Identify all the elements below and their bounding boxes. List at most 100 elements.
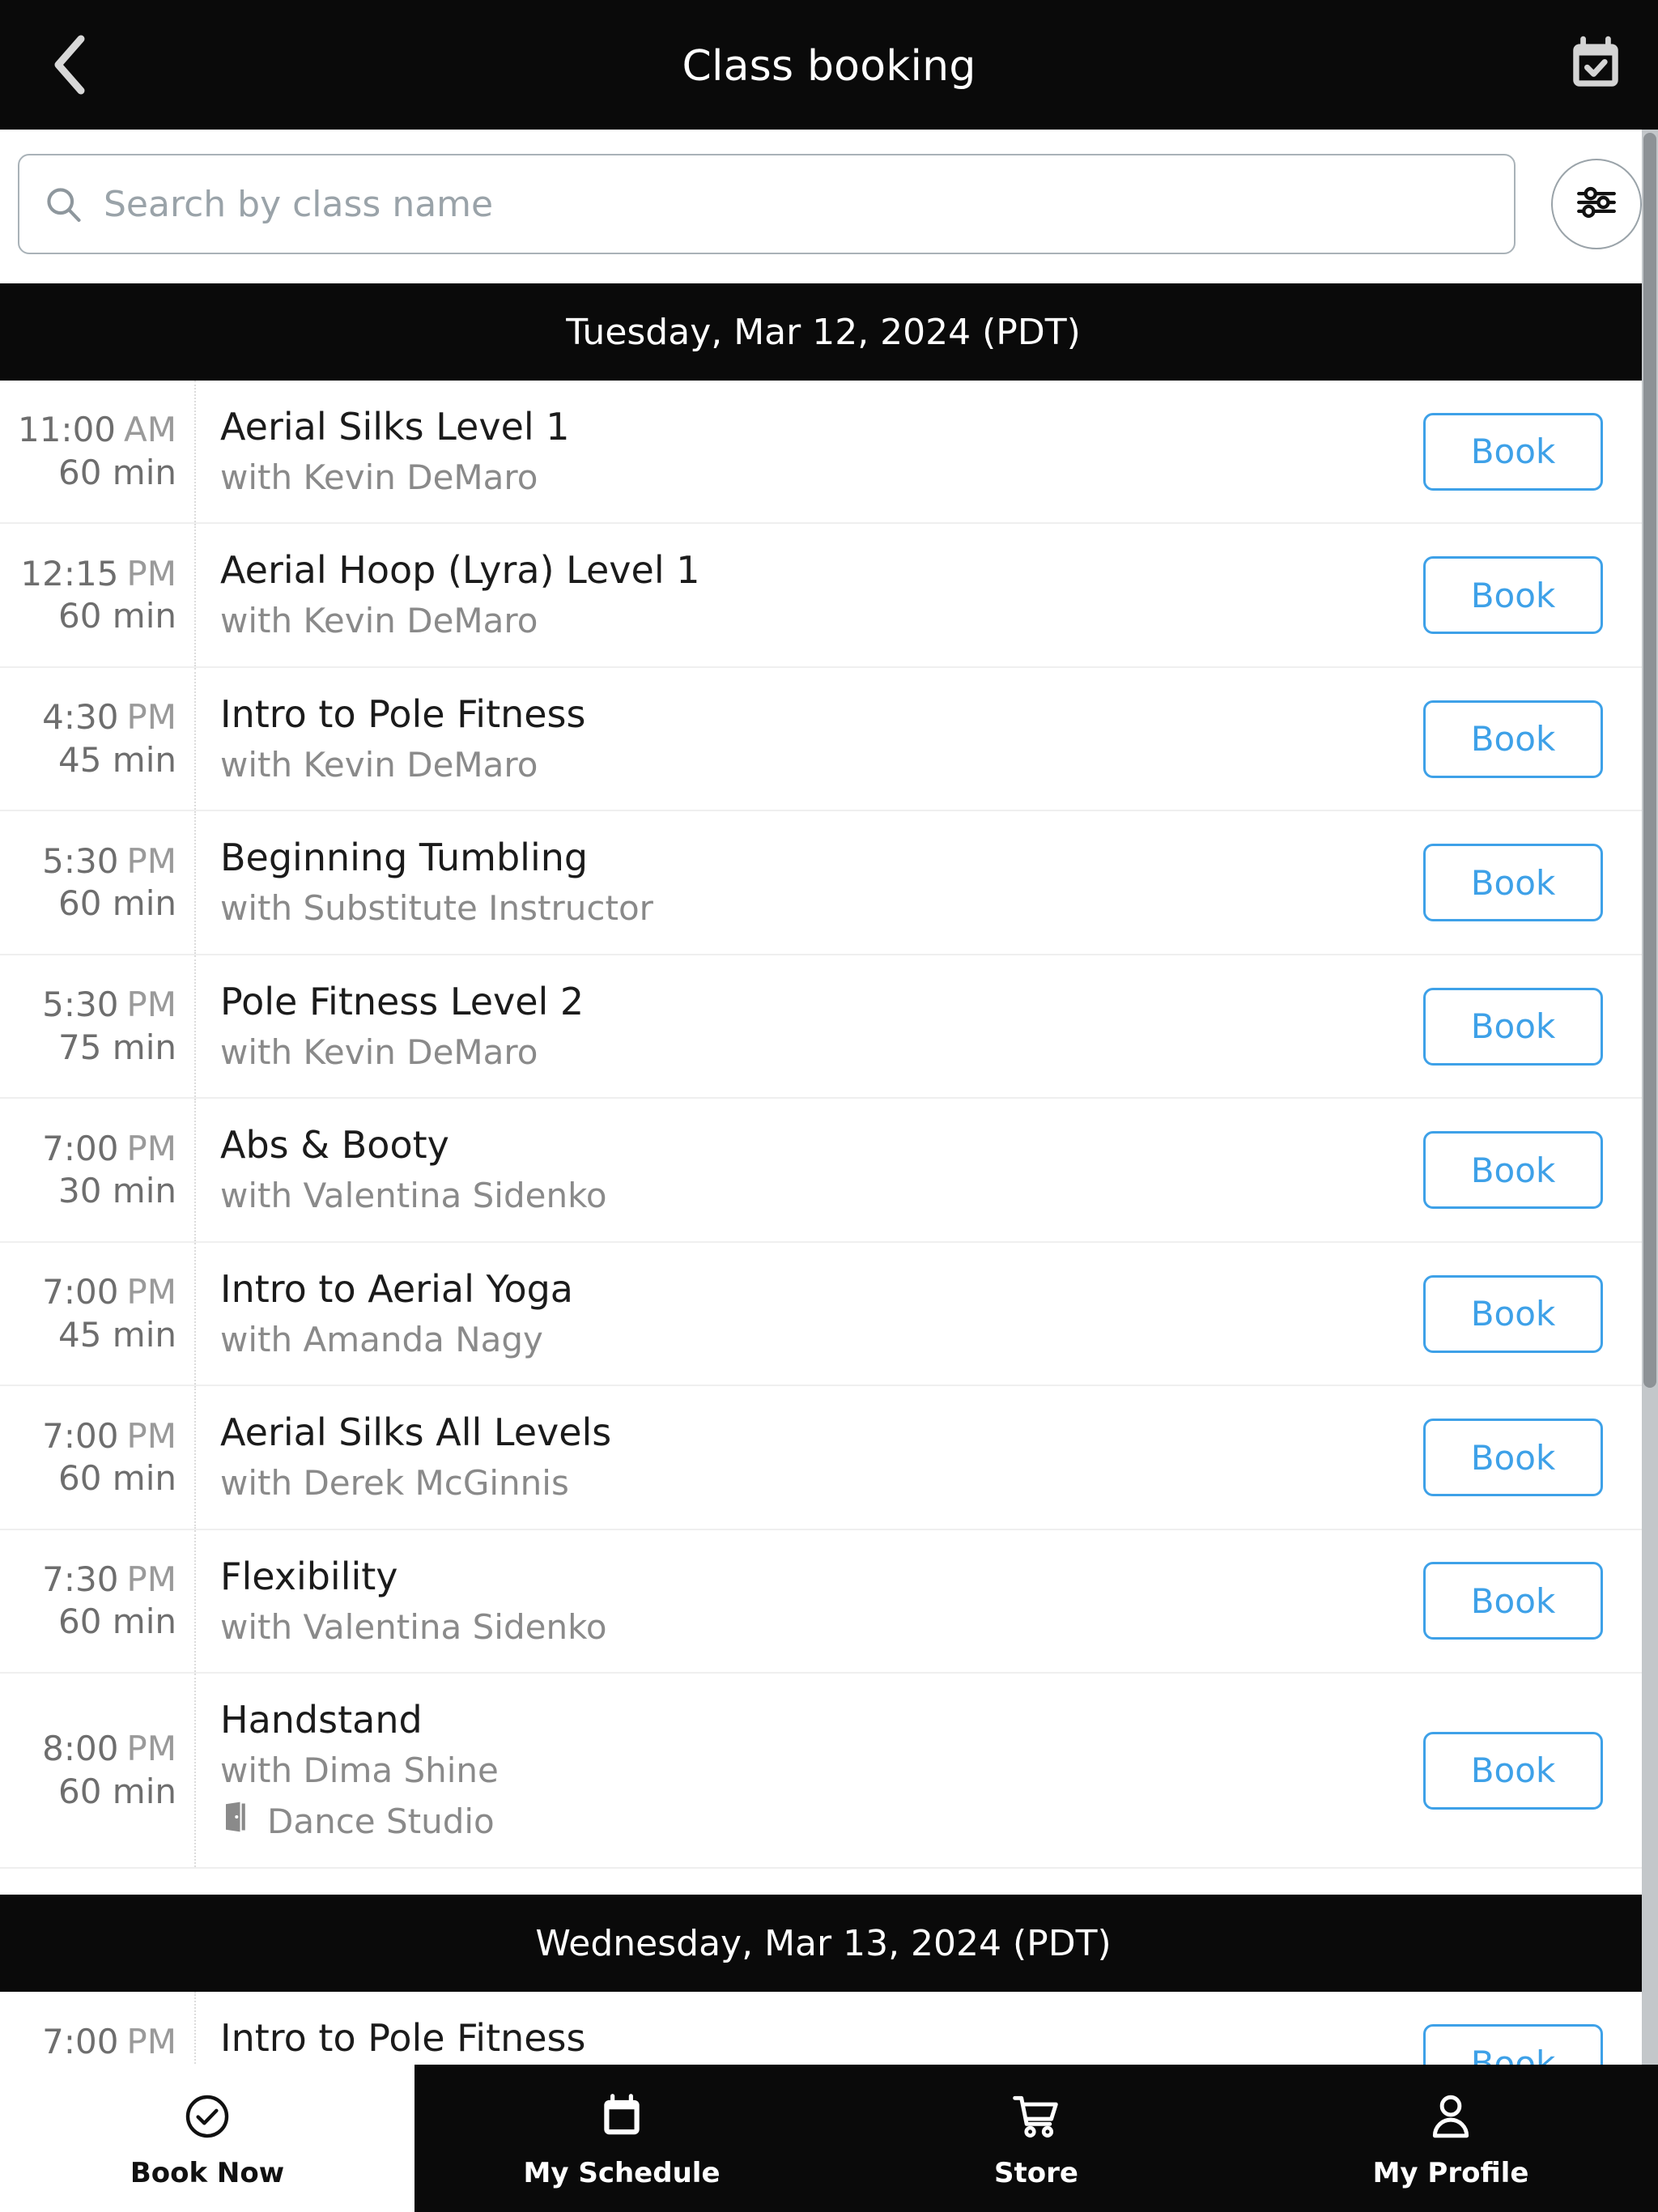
class-action-cell: Book (1380, 1243, 1647, 1385)
search-box[interactable] (18, 154, 1516, 254)
class-info-cell: Pole Fitness Level 2 with Kevin DeMaro (196, 955, 1380, 1097)
class-name: Aerial Silks Level 1 (220, 405, 570, 449)
table-row[interactable]: 7:00 PM 45 min Intro to Aerial Yoga with … (0, 1242, 1647, 1387)
class-instructor: with Kevin DeMaro (220, 457, 538, 497)
class-time: 8:00 PM (42, 1729, 176, 1769)
class-action-cell: Book (1380, 1386, 1647, 1528)
day-header: Tuesday, Mar 12, 2024 (PDT) (0, 283, 1647, 381)
class-time-cell: 4:30 PM 45 min (0, 667, 196, 810)
class-time: 7:00PM (42, 1272, 176, 1312)
class-time-cell: 7:00 PM 30 min (0, 1099, 196, 1241)
calendar-icon (597, 2087, 647, 2146)
search-input[interactable] (104, 155, 1514, 253)
class-instructor: with Amanda Nagy (220, 1319, 543, 1359)
class-duration: 60 min (58, 452, 176, 492)
class-time: 7:00PM (42, 2021, 176, 2061)
nav-item-store[interactable]: Store (829, 2065, 1244, 2212)
class-name: Aerial Hoop (Lyra) Level 1 (220, 548, 700, 593)
book-button[interactable]: Book (1423, 1419, 1603, 1497)
calendar-check-icon (1566, 34, 1626, 97)
class-list-scroll-area[interactable]: Tuesday, Mar 12, 2024 (PDT) 11:00 AM 60 m… (0, 283, 1647, 2212)
class-time-cell: 12:15 PM 60 min (0, 524, 196, 666)
class-duration: 60 min (58, 596, 176, 636)
table-row[interactable]: 4:30 PM 45 min Intro to Pole Fitness with… (0, 667, 1647, 812)
class-time: 4:30 PM (42, 697, 176, 738)
class-name: Beginning Tumbling (220, 836, 589, 880)
table-row[interactable]: 7:00 PM 30 min Abs & Booty with Valentina… (0, 1099, 1647, 1243)
class-info-cell: Intro to Pole Fitness with Kevin DeMaro (196, 668, 1380, 810)
class-duration: 60 min (58, 1771, 176, 1811)
class-name: Flexibility (220, 1554, 398, 1598)
door-icon (220, 1800, 254, 1845)
nav-item-my-profile[interactable]: My Profile (1244, 2065, 1658, 2212)
book-button[interactable]: Book (1423, 1274, 1603, 1353)
table-row[interactable]: 7:00 PM 60 min Aerial Silks All Levels wi… (0, 1386, 1647, 1530)
class-duration: 75 min (58, 1027, 176, 1067)
class-room: Dance Studio (220, 1800, 1380, 1845)
class-name: Aerial Silks All Levels (220, 1410, 612, 1455)
filter-button[interactable] (1551, 159, 1642, 249)
class-duration: 45 min (58, 739, 176, 780)
class-instructor: with Kevin DeMaro (220, 744, 538, 785)
class-time-cell: 5:30 PM 60 min (0, 811, 196, 954)
nav-item-book-now[interactable]: Book Now (0, 2065, 414, 2212)
class-duration: 45 min (58, 1314, 176, 1355)
class-instructor: with Dima Shine (220, 1750, 499, 1791)
page-title: Class booking (682, 42, 976, 91)
filter-sliders-icon (1573, 179, 1620, 229)
class-booking-screen: Class booking Search by class name Tuesd… (0, 0, 1658, 2212)
person-icon (1426, 2087, 1476, 2146)
book-button[interactable]: Book (1423, 844, 1603, 922)
class-instructor: with Kevin DeMaro (220, 1032, 538, 1072)
class-action-cell: Book (1380, 1099, 1647, 1240)
class-time: 12:15 PM (20, 553, 176, 593)
class-info-cell: Aerial Silks All Levels with Derek McGin… (196, 1386, 1380, 1528)
class-time: 11:00 AM (17, 410, 176, 450)
book-button[interactable]: Book (1423, 1562, 1603, 1640)
class-time: 5:30 PM (42, 840, 176, 881)
class-info-cell: Flexibility with Valentina Sidenko (196, 1530, 1380, 1672)
class-info-cell: Intro to Aerial Yoga with Amanda Nagy (196, 1243, 1380, 1385)
class-instructor: with Kevin DeMaro (220, 601, 538, 641)
class-info-cell: Abs & Booty with Valentina Sidenko (196, 1099, 1380, 1240)
class-time-cell: 7:00PM 60 min (0, 1386, 196, 1529)
class-name: Handstand (220, 1698, 423, 1742)
nav-label-book-now: Book Now (130, 2157, 285, 2189)
class-time: 7:00PM (42, 1128, 176, 1168)
class-time-cell: 7:30 PM 60 min (0, 1529, 196, 1673)
class-duration: 60 min (58, 1458, 176, 1499)
book-button[interactable]: Book (1423, 556, 1603, 635)
bottom-navigation: Book Now My Schedule Store My Profile (0, 2065, 1658, 2212)
table-row[interactable]: 11:00 AM 60 min Aerial Silks Level 1 with… (0, 381, 1647, 525)
class-action-cell: Book (1380, 955, 1647, 1097)
shopping-cart-icon (1011, 2087, 1061, 2146)
table-row[interactable]: 7:30 PM 60 min Flexibility with Valentina… (0, 1529, 1647, 1674)
scrollbar-thumb[interactable] (1643, 133, 1656, 1388)
class-time: 7:00PM (42, 1415, 176, 1456)
table-row[interactable]: 5:30 PM 75 min Pole Fitness Level 2 with … (0, 955, 1647, 1100)
book-button[interactable]: Book (1423, 412, 1603, 491)
class-duration: 30 min (58, 1171, 176, 1211)
nav-item-my-schedule[interactable]: My Schedule (414, 2065, 829, 2212)
class-info-cell: Aerial Hoop (Lyra) Level 1 with Kevin De… (196, 524, 1380, 666)
class-time: 5:30 PM (42, 985, 176, 1025)
book-button[interactable]: Book (1423, 987, 1603, 1066)
check-circle-icon (182, 2087, 232, 2146)
book-button[interactable]: Book (1423, 1731, 1603, 1810)
calendar-check-button[interactable] (1566, 36, 1626, 96)
class-instructor: with Valentina Sidenko (220, 1606, 607, 1647)
class-time-cell: 7:00PM 45 min (0, 1242, 196, 1385)
table-row[interactable]: 8:00 PM 60 min Handstand with Dima Shine … (0, 1674, 1647, 1870)
nav-label-store: Store (994, 2157, 1078, 2189)
class-action-cell: Book (1380, 811, 1647, 953)
book-button[interactable]: Book (1423, 1131, 1603, 1210)
class-time-cell: 11:00 AM 60 min (0, 381, 196, 523)
day-header: Wednesday, Mar 13, 2024 (PDT) (0, 1895, 1647, 1993)
class-name: Intro to Pole Fitness (220, 691, 586, 736)
book-button[interactable]: Book (1423, 700, 1603, 778)
table-row[interactable]: 5:30 PM 60 min Beginning Tumbling with Su… (0, 811, 1647, 955)
search-icon (42, 183, 84, 225)
class-time: 7:30 PM (42, 1559, 176, 1599)
class-action-cell: Book (1380, 524, 1647, 666)
table-row[interactable]: 12:15 PM 60 min Aerial Hoop (Lyra) Level … (0, 524, 1647, 668)
